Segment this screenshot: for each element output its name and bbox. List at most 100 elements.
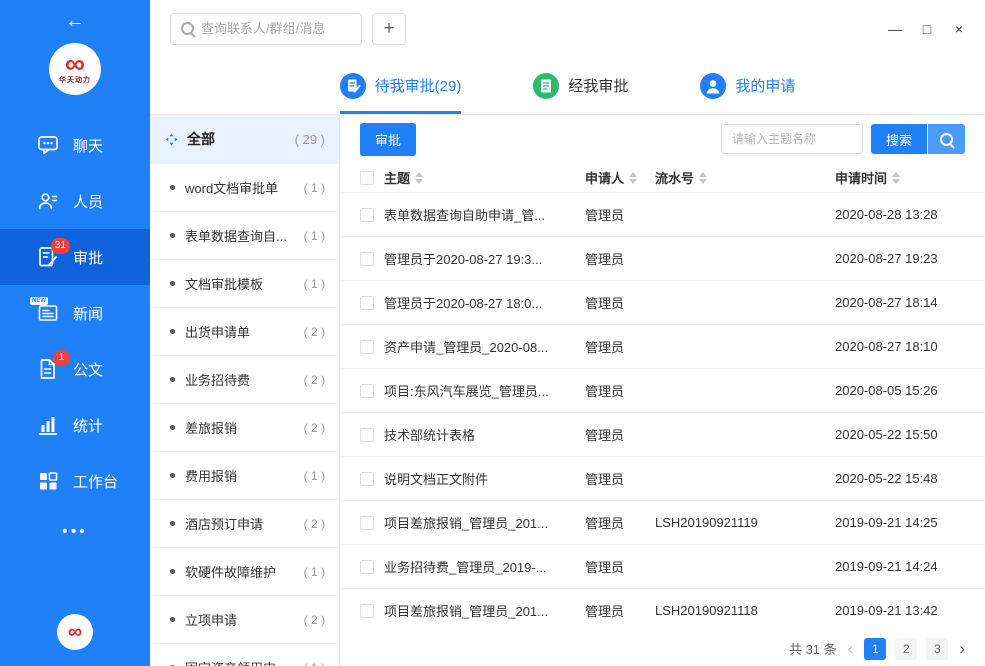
category-label: 酒店预订申请: [185, 514, 263, 533]
header-serial[interactable]: 流水号: [655, 168, 835, 187]
more-button[interactable]: •••: [62, 523, 88, 541]
next-page-button[interactable]: ›: [957, 640, 967, 657]
row-applicant: 管理员: [585, 601, 655, 620]
row-applicant: 管理员: [585, 293, 655, 312]
row-subject[interactable]: 资产申请_管理员_2020-08...: [384, 337, 585, 356]
main-column: + — □ × 待我审批(29) 经我审批: [150, 0, 985, 666]
news-icon: NEW: [36, 301, 60, 325]
search-magnifier-button[interactable]: [927, 124, 965, 154]
category-item[interactable]: 文档审批模板( 1 ): [150, 259, 339, 307]
header-apply-time[interactable]: 申请时间: [835, 168, 985, 187]
tab-label: 我的申请: [735, 75, 795, 96]
add-button[interactable]: +: [372, 13, 406, 45]
row-applicant: 管理员: [585, 337, 655, 356]
sidebar-item-statistics[interactable]: 统计: [0, 397, 150, 453]
sort-icon[interactable]: [892, 172, 900, 184]
row-applicant: 管理员: [585, 249, 655, 268]
row-checkbox[interactable]: [360, 252, 374, 266]
category-label: 表单数据查询自...: [185, 226, 287, 245]
category-item[interactable]: 酒店预订申请( 2 ): [150, 499, 339, 547]
row-subject[interactable]: 说明文档正文附件: [384, 469, 585, 488]
tabs-bar: 待我审批(29) 经我审批 我的申请: [150, 57, 985, 115]
category-item[interactable]: 立项申请( 2 ): [150, 595, 339, 643]
sidebar-item-approval[interactable]: 31 审批: [0, 229, 150, 285]
table-row[interactable]: 管理员于2020-08-27 19:3... 管理员 2020-08-27 19…: [340, 237, 985, 281]
row-subject[interactable]: 项目:东风汽车展览_管理员...: [384, 381, 585, 400]
sidebar-item-chat[interactable]: 聊天: [0, 117, 150, 173]
approval-badge: 31: [51, 238, 70, 254]
contact-search-box[interactable]: [170, 13, 362, 45]
row-subject[interactable]: 业务招待费_管理员_2019-...: [384, 557, 585, 576]
select-all-checkbox[interactable]: [360, 171, 374, 185]
category-item[interactable]: word文档审批单( 1 ): [150, 163, 339, 211]
tab-approved-by-me[interactable]: 经我审批: [533, 57, 628, 114]
category-item[interactable]: 差旅报销( 2 ): [150, 403, 339, 451]
sort-icon[interactable]: [629, 172, 637, 184]
row-checkbox[interactable]: [360, 604, 374, 618]
category-item[interactable]: 软硬件故障维护( 1 ): [150, 547, 339, 595]
table-row[interactable]: 项目差旅报销_管理员_201... 管理员 LSH20190921118 201…: [340, 589, 985, 631]
category-label: 出货申请单: [185, 322, 250, 341]
category-label: 固定资产领用申...: [185, 658, 287, 666]
subject-search-group: 搜索: [721, 124, 965, 154]
row-apply-time: 2020-08-27 19:23: [835, 251, 985, 266]
tab-pending-my-approval[interactable]: 待我审批(29): [340, 57, 462, 114]
sidebar-item-workbench[interactable]: 工作台: [0, 453, 150, 509]
category-count: ( 29 ): [295, 132, 325, 147]
approve-button[interactable]: 审批: [360, 123, 416, 156]
bullet-icon: [170, 521, 175, 526]
row-subject[interactable]: 项目差旅报销_管理员_201...: [384, 601, 585, 620]
page-button-3[interactable]: 3: [926, 638, 948, 660]
minimize-button[interactable]: —: [879, 21, 911, 37]
sort-icon[interactable]: [699, 172, 707, 184]
table-row[interactable]: 资产申请_管理员_2020-08... 管理员 2020-08-27 18:10: [340, 325, 985, 369]
table-row[interactable]: 管理员于2020-08-27 18:0... 管理员 2020-08-27 18…: [340, 281, 985, 325]
row-checkbox[interactable]: [360, 384, 374, 398]
table-row[interactable]: 说明文档正文附件 管理员 2020-05-22 15:48: [340, 457, 985, 501]
row-checkbox[interactable]: [360, 472, 374, 486]
page-button-1[interactable]: 1: [864, 638, 886, 660]
page-button-2[interactable]: 2: [895, 638, 917, 660]
category-count: ( 1 ): [298, 229, 325, 243]
category-item[interactable]: 费用报销( 1 ): [150, 451, 339, 499]
table-row[interactable]: 项目:东风汽车展览_管理员... 管理员 2020-08-05 15:26: [340, 369, 985, 413]
close-button[interactable]: ×: [943, 21, 975, 37]
sort-icon[interactable]: [415, 172, 423, 184]
back-button[interactable]: ←: [0, 0, 150, 37]
subject-search-input[interactable]: [721, 124, 863, 154]
header-applicant[interactable]: 申请人: [585, 168, 655, 187]
category-item[interactable]: 固定资产领用申...( 1 ): [150, 643, 339, 666]
contact-search-input[interactable]: [201, 21, 351, 36]
sidebar-item-news[interactable]: NEW 新闻: [0, 285, 150, 341]
row-subject[interactable]: 技术部统计表格: [384, 425, 585, 444]
maximize-button[interactable]: □: [911, 21, 943, 37]
row-checkbox[interactable]: [360, 208, 374, 222]
row-apply-time: 2020-05-22 15:48: [835, 471, 985, 486]
table-row[interactable]: 业务招待费_管理员_2019-... 管理员 2019-09-21 14:24: [340, 545, 985, 589]
row-checkbox[interactable]: [360, 340, 374, 354]
sidebar-item-people[interactable]: 人员: [0, 173, 150, 229]
category-all[interactable]: 全部 ( 29 ): [150, 115, 339, 163]
bottom-logo[interactable]: ∞: [57, 614, 93, 650]
table-row[interactable]: 表单数据查询自助申请_管... 管理员 2020-08-28 13:28: [340, 193, 985, 237]
row-checkbox[interactable]: [360, 516, 374, 530]
row-checkbox[interactable]: [360, 296, 374, 310]
prev-page-button[interactable]: ‹: [846, 640, 856, 657]
sidebar-item-documents[interactable]: 1 公文: [0, 341, 150, 397]
category-item[interactable]: 表单数据查询自... ( 1 ): [150, 211, 339, 259]
tab-my-applications[interactable]: 我的申请: [700, 57, 795, 114]
table-row[interactable]: 技术部统计表格 管理员 2020-05-22 15:50: [340, 413, 985, 457]
row-checkbox[interactable]: [360, 560, 374, 574]
row-subject[interactable]: 项目差旅报销_管理员_201...: [384, 513, 585, 532]
row-checkbox[interactable]: [360, 428, 374, 442]
search-button[interactable]: 搜索: [871, 124, 927, 154]
table-row[interactable]: 项目差旅报销_管理员_201... 管理员 LSH20190921119 201…: [340, 501, 985, 545]
row-subject[interactable]: 管理员于2020-08-27 19:3...: [384, 249, 585, 268]
header-subject[interactable]: 主题: [384, 168, 585, 187]
sidebar-item-label: 聊天: [73, 135, 103, 156]
category-item[interactable]: 业务招待费( 2 ): [150, 355, 339, 403]
row-applicant: 管理员: [585, 469, 655, 488]
category-item[interactable]: 出货申请单( 2 ): [150, 307, 339, 355]
row-subject[interactable]: 管理员于2020-08-27 18:0...: [384, 293, 585, 312]
row-subject[interactable]: 表单数据查询自助申请_管...: [384, 205, 585, 224]
